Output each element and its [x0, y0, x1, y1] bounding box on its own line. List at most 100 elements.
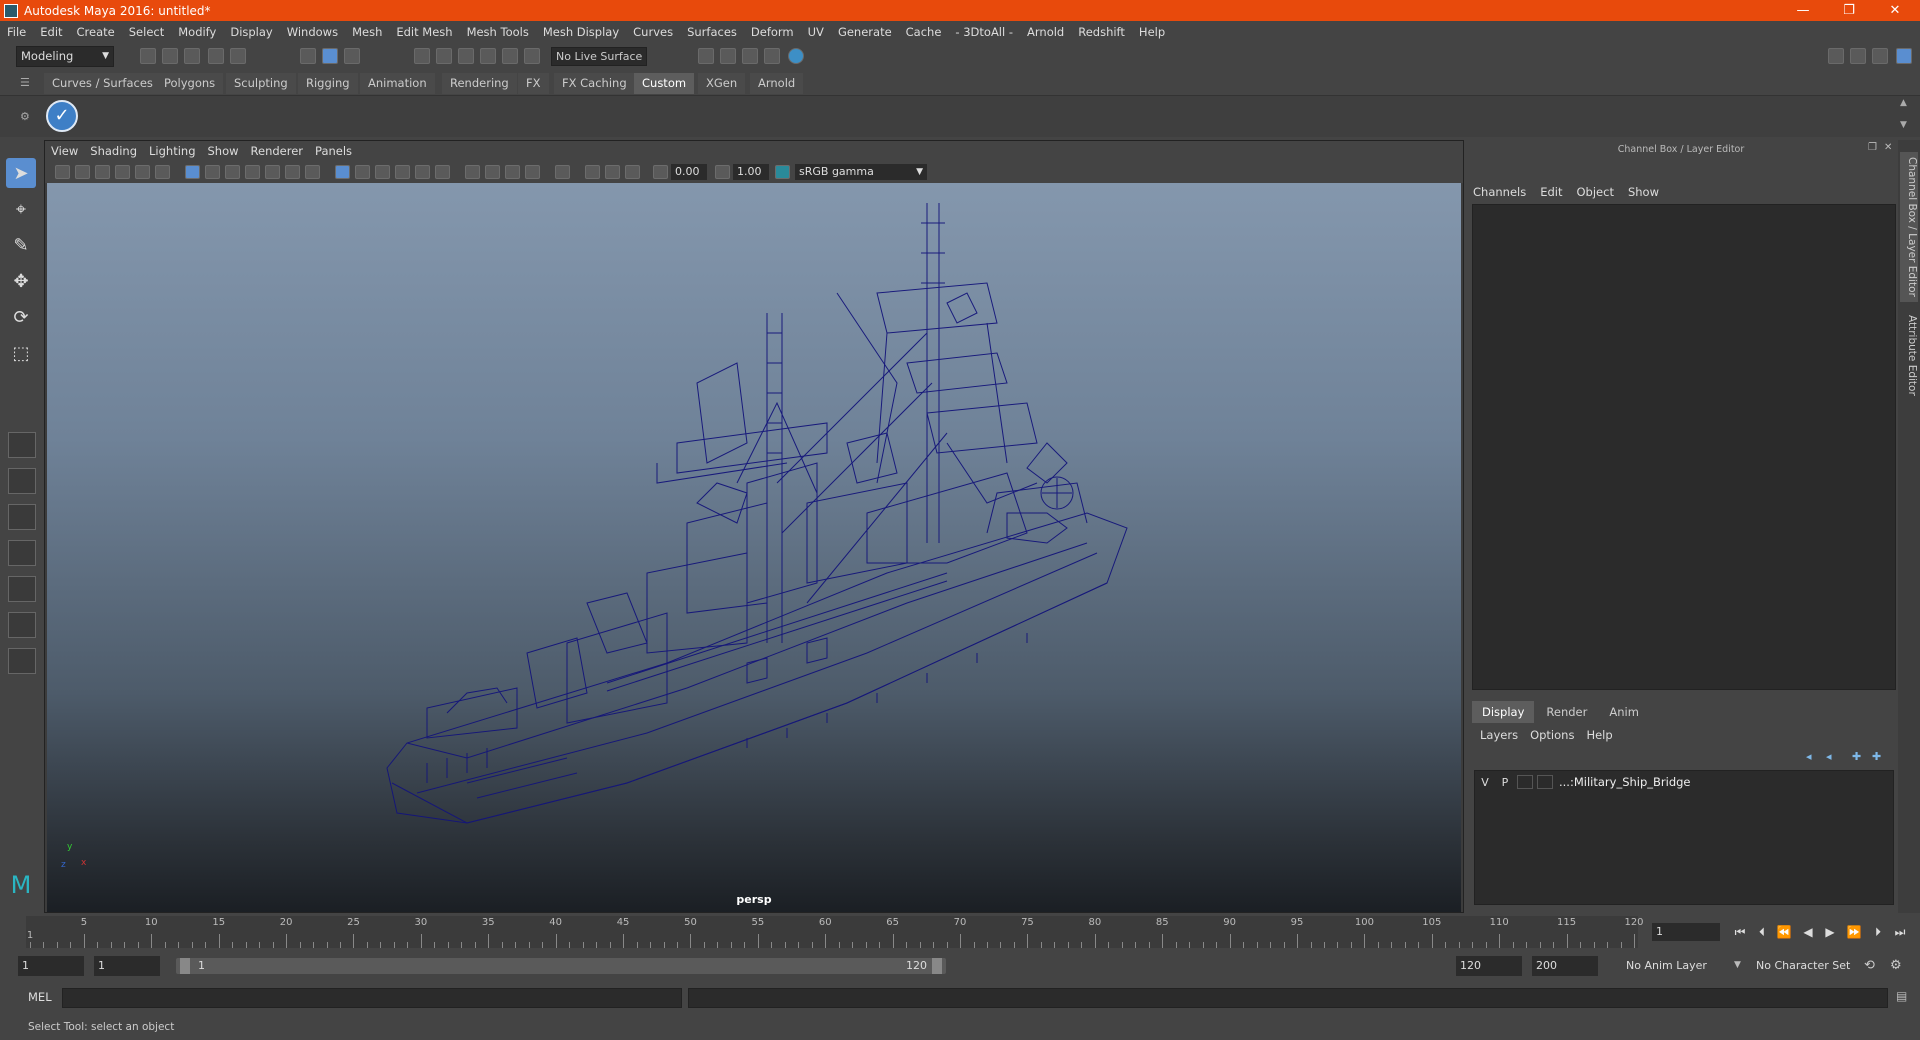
float-panel-icon[interactable]: ❐ — [1868, 142, 1877, 153]
range-end-handle[interactable] — [932, 958, 942, 974]
step-back-frame-icon[interactable]: ⏴ — [1754, 923, 1770, 941]
viewport-menu-lighting[interactable]: Lighting — [143, 144, 201, 158]
close-button[interactable]: ✕ — [1872, 0, 1918, 21]
menu-help[interactable]: Help — [1132, 25, 1172, 39]
close-panel-icon[interactable]: ✕ — [1884, 142, 1892, 153]
shelf-tab-polygons[interactable]: Polygons — [156, 73, 224, 94]
single-pane-layout-icon[interactable] — [8, 432, 36, 458]
menu-set-dropdown[interactable]: Modeling ▼ — [16, 46, 114, 67]
select-hierarchy-icon[interactable] — [300, 48, 316, 64]
custom-layout-icon[interactable] — [8, 648, 36, 674]
viewport-menu-show[interactable]: Show — [202, 144, 245, 158]
use-all-lights-icon[interactable] — [415, 165, 430, 179]
playback-start-field[interactable]: 1 — [94, 956, 160, 976]
mel-language-toggle[interactable]: MEL — [28, 990, 52, 1004]
side-by-side-layout-icon[interactable] — [8, 504, 36, 530]
snap-projected-icon[interactable] — [480, 48, 496, 64]
menu-uv[interactable]: UV — [801, 25, 831, 39]
scale-tool-icon[interactable]: ⬚ — [6, 338, 36, 368]
snap-curve-icon[interactable] — [436, 48, 452, 64]
menu-mesh-display[interactable]: Mesh Display — [536, 25, 626, 39]
shadows-icon[interactable] — [435, 165, 450, 179]
step-back-key-icon[interactable]: ⏪ — [1776, 923, 1792, 941]
shelf-tab-animation[interactable]: Animation — [360, 73, 435, 94]
minimize-button[interactable]: — — [1780, 0, 1826, 21]
rotate-tool-icon[interactable]: ⟳ — [6, 302, 36, 332]
gamma-icon[interactable] — [715, 165, 730, 179]
exposure-icon[interactable] — [653, 165, 668, 179]
go-to-start-icon[interactable]: ⏮ — [1732, 923, 1748, 941]
gamma-field[interactable]: 1.00 — [733, 164, 769, 180]
xray-icon[interactable] — [585, 165, 600, 179]
wireframe-icon[interactable] — [335, 165, 350, 179]
lasso-tool-icon[interactable]: ⌖ — [6, 194, 36, 224]
layer-menu-help[interactable]: Help — [1580, 728, 1618, 742]
playback-end-field[interactable]: 120 — [1456, 956, 1522, 976]
select-component-icon[interactable] — [344, 48, 360, 64]
channel-box-menu-channels[interactable]: Channels — [1466, 185, 1533, 199]
hypershade-layout-icon[interactable] — [8, 612, 36, 638]
layer-tab-anim[interactable]: Anim — [1599, 701, 1649, 723]
menu-edit[interactable]: Edit — [33, 25, 69, 39]
resolution-gate-icon[interactable] — [225, 165, 240, 179]
snap-point-icon[interactable] — [458, 48, 474, 64]
layer-tab-render[interactable]: Render — [1536, 701, 1598, 723]
layer-name[interactable]: ...:Military_Ship_Bridge — [1559, 775, 1691, 789]
redo-icon[interactable] — [230, 48, 246, 64]
shelf-tab-fx-caching[interactable]: FX Caching — [554, 73, 635, 94]
menu-arnold[interactable]: Arnold — [1020, 25, 1071, 39]
new-scene-icon[interactable] — [140, 48, 156, 64]
menu-surfaces[interactable]: Surfaces — [680, 25, 744, 39]
viewport-menu-renderer[interactable]: Renderer — [245, 144, 310, 158]
current-frame-field[interactable]: 1 — [1652, 923, 1720, 941]
snap-grid-icon[interactable] — [414, 48, 430, 64]
menu-curves[interactable]: Curves — [626, 25, 680, 39]
camera-select-icon[interactable] — [55, 165, 70, 179]
step-forward-frame-icon[interactable]: ⏵ — [1870, 923, 1886, 941]
viewport-menu-view[interactable]: View — [45, 144, 84, 158]
menu-deform[interactable]: Deform — [744, 25, 801, 39]
open-scene-icon[interactable] — [162, 48, 178, 64]
render-settings-icon[interactable] — [764, 48, 780, 64]
shelf-tab-xgen[interactable]: XGen — [698, 73, 746, 94]
shelf-options-gear-icon[interactable]: ⚙ — [20, 110, 30, 123]
move-layer-up-icon[interactable]: ◂ — [1806, 750, 1822, 764]
grease-pencil-icon[interactable] — [155, 165, 170, 179]
exposure-field[interactable]: 0.00 — [671, 164, 707, 180]
side-tab-channel-box[interactable]: Channel Box / Layer Editor — [1900, 152, 1918, 302]
menu-select[interactable]: Select — [122, 25, 171, 39]
go-to-end-icon[interactable]: ⏭ — [1892, 923, 1908, 941]
menu-mesh-tools[interactable]: Mesh Tools — [460, 25, 536, 39]
new-layer-selected-icon[interactable]: ✚ — [1872, 750, 1888, 764]
shelf-menu-icon[interactable]: ☰ — [20, 76, 30, 89]
menu-redshift[interactable]: Redshift — [1071, 25, 1132, 39]
screen-space-ao-icon[interactable] — [465, 165, 480, 179]
four-pane-layout-icon[interactable] — [8, 468, 36, 494]
move-layer-down-icon[interactable]: ◂ — [1826, 750, 1842, 764]
channel-box-menu-show[interactable]: Show — [1621, 185, 1666, 199]
2d-pan-zoom-icon[interactable] — [135, 165, 150, 179]
animation-start-field[interactable]: 1 — [18, 956, 84, 976]
layer-color-swatch[interactable] — [1537, 775, 1553, 789]
isolate-select-icon[interactable] — [555, 165, 570, 179]
anti-aliasing-icon[interactable] — [505, 165, 520, 179]
viewport-menu-shading[interactable]: Shading — [84, 144, 143, 158]
shelf-tab-curves-surfaces[interactable]: Curves / Surfaces — [44, 73, 161, 94]
script-editor-icon[interactable]: ▤ — [1896, 989, 1907, 1003]
menu-windows[interactable]: Windows — [280, 25, 345, 39]
depth-of-field-icon[interactable] — [525, 165, 540, 179]
paint-select-tool-icon[interactable]: ✎ — [6, 230, 36, 260]
shelf-tab-arnold[interactable]: Arnold — [750, 73, 804, 94]
range-start-handle[interactable] — [180, 958, 190, 974]
smooth-shade-icon[interactable] — [355, 165, 370, 179]
menu-display[interactable]: Display — [223, 25, 279, 39]
undo-icon[interactable] — [208, 48, 224, 64]
step-forward-key-icon[interactable]: ⏩ — [1846, 923, 1862, 941]
animation-preferences-icon[interactable]: ⚙ — [1890, 958, 1902, 973]
motion-blur-icon[interactable] — [485, 165, 500, 179]
restore-button[interactable]: ❐ — [1826, 0, 1872, 21]
animation-end-field[interactable]: 200 — [1532, 956, 1598, 976]
grid-icon[interactable] — [185, 165, 200, 179]
graph-editor-layout-icon[interactable] — [8, 576, 36, 602]
render-current-frame-icon[interactable] — [720, 48, 736, 64]
